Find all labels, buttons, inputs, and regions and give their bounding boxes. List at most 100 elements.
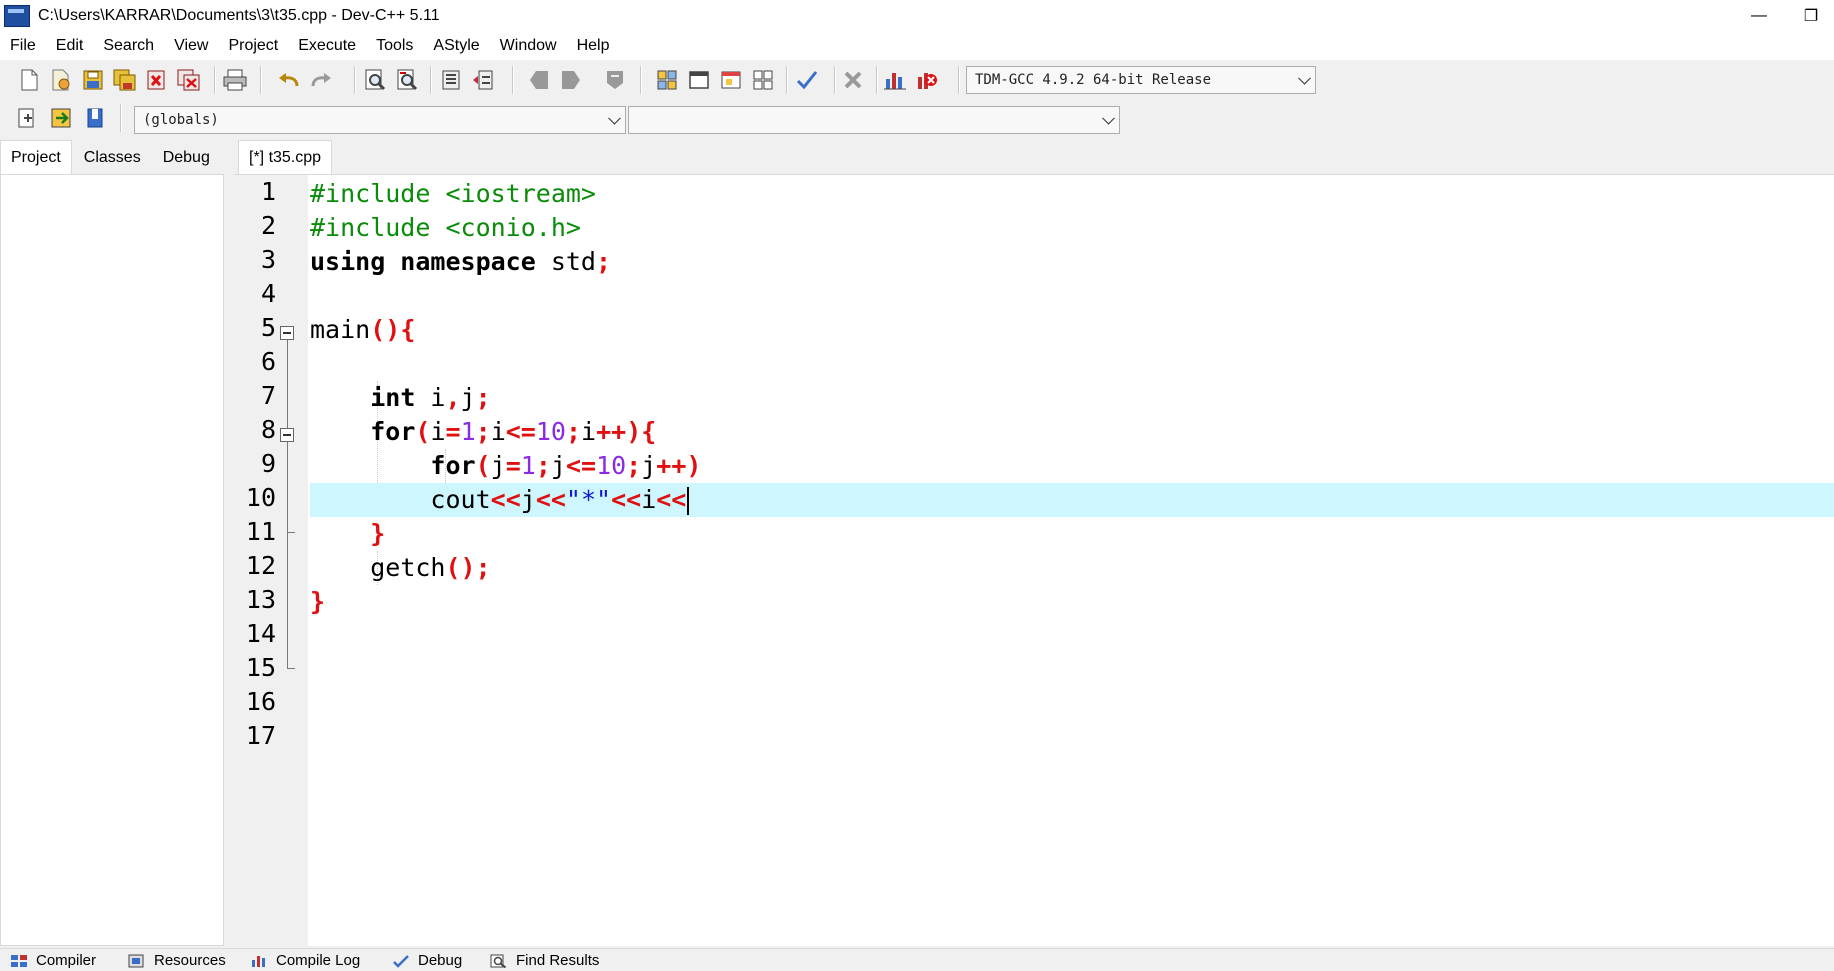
undo-icon[interactable]: [276, 67, 302, 93]
menu-search[interactable]: Search: [93, 37, 164, 55]
toolbar-separator: [958, 66, 959, 94]
chevron-down-icon: [1298, 71, 1311, 85]
line-number: 12: [245, 551, 276, 580]
tab-project[interactable]: Project: [0, 140, 72, 174]
line-number-gutter: 1 2 3 4 5 6 7 8 9 10 11 12 13 14 15 16 1…: [234, 175, 308, 946]
compiler-grid-icon: [11, 954, 27, 967]
class-browser-toolbar: (globals): [0, 98, 1834, 140]
fold-toggle-icon[interactable]: [280, 428, 294, 442]
menu-window[interactable]: Window: [490, 37, 567, 55]
bottom-panel-tabs: Compiler Resources Compile Log Debug Fin…: [0, 948, 1834, 971]
menu-tools[interactable]: Tools: [366, 37, 423, 55]
tab-find-results[interactable]: Find Results: [490, 952, 599, 969]
code-editor[interactable]: 1 2 3 4 5 6 7 8 9 10 11 12 13 14 15 16 1…: [234, 174, 1834, 946]
toggle-comment-icon[interactable]: [602, 67, 628, 93]
line-number: 16: [245, 687, 276, 716]
tab-debug-output[interactable]: Debug: [392, 952, 462, 969]
code-line-3: using namespace std;: [310, 247, 612, 276]
member-select[interactable]: [628, 106, 1120, 134]
tab-classes[interactable]: Classes: [74, 142, 151, 174]
tab-find-results-label: Find Results: [516, 952, 600, 969]
arrange-windows-icon[interactable]: [750, 67, 776, 93]
title-bar: C:\Users\KARRAR\Documents\3\t35.cpp - De…: [0, 0, 1834, 32]
line-number: 2: [260, 211, 276, 240]
unindent-icon[interactable]: [470, 67, 496, 93]
menu-astyle[interactable]: AStyle: [423, 37, 489, 55]
profile-chart-icon[interactable]: [882, 67, 908, 93]
toolbar-separator: [214, 66, 215, 94]
toolbar-separator: [786, 66, 787, 94]
insert-code-icon[interactable]: [14, 105, 40, 131]
fold-end-marker: [287, 532, 295, 533]
code-line-8: for(i=1;i<=10;i++){: [370, 417, 657, 446]
tab-debug[interactable]: Debug: [153, 142, 220, 174]
stop-execution-icon[interactable]: [840, 67, 866, 93]
menu-view[interactable]: View: [164, 37, 218, 55]
full-screen-icon[interactable]: [686, 67, 712, 93]
save-all-icon[interactable]: [112, 67, 138, 93]
new-file-icon[interactable]: [16, 67, 42, 93]
toggle-bookmark-icon[interactable]: [558, 67, 584, 93]
toolbar-separator: [430, 66, 431, 94]
devcpp-app-icon: [4, 5, 30, 27]
menu-edit[interactable]: Edit: [46, 37, 94, 55]
menu-file[interactable]: File: [0, 37, 46, 55]
redo-icon[interactable]: [308, 67, 334, 93]
menu-project[interactable]: Project: [218, 37, 288, 55]
goto-line-icon[interactable]: [48, 105, 74, 131]
compile-check-icon[interactable]: [794, 67, 820, 93]
toolbar-separator: [260, 66, 261, 94]
replace-icon[interactable]: [394, 67, 420, 93]
tab-compile-log[interactable]: Compile Log: [250, 952, 360, 969]
print-icon[interactable]: [222, 67, 248, 93]
line-number: 14: [245, 619, 276, 648]
toolbar-separator: [876, 66, 877, 94]
toolbar-separator: [120, 104, 121, 132]
line-number: 4: [260, 279, 276, 308]
toolbar-separator: [512, 66, 513, 94]
window-title: C:\Users\KARRAR\Documents\3\t35.cpp - De…: [38, 7, 440, 24]
minimize-button[interactable]: —: [1736, 0, 1782, 32]
tab-compiler[interactable]: Compiler: [10, 952, 96, 969]
menu-help[interactable]: Help: [567, 37, 620, 55]
text-caret: [687, 487, 690, 515]
fold-toggle-icon[interactable]: [280, 326, 294, 340]
editor-tabs: [*] t35.cpp: [234, 140, 1834, 174]
compiler-select[interactable]: TDM-GCC 4.9.2 64-bit Release: [966, 66, 1316, 94]
compile-log-chart-icon: [252, 955, 265, 967]
indent-icon[interactable]: [438, 67, 464, 93]
line-number: 5: [260, 313, 276, 342]
open-file-icon[interactable]: [48, 67, 74, 93]
tab-t35-cpp[interactable]: [*] t35.cpp: [238, 140, 333, 174]
project-tree[interactable]: [0, 174, 224, 946]
fold-line: [287, 442, 288, 668]
line-number: 8: [260, 415, 276, 444]
new-window-icon[interactable]: [718, 67, 744, 93]
line-number: 11: [245, 517, 276, 546]
code-line-1: #include <iostream>: [310, 179, 596, 208]
resources-icon: [128, 954, 144, 967]
save-icon[interactable]: [80, 67, 106, 93]
scope-select[interactable]: (globals): [134, 106, 626, 134]
tab-compile-log-label: Compile Log: [276, 952, 361, 969]
menu-execute[interactable]: Execute: [288, 37, 366, 55]
toolbar-separator: [834, 66, 835, 94]
goto-bookmark-icon[interactable]: [526, 67, 552, 93]
code-line-13: }: [310, 587, 326, 616]
code-line-2: #include <conio.h>: [310, 213, 581, 242]
bookmark-icon[interactable]: [82, 105, 108, 131]
line-number: 1: [260, 177, 276, 206]
delete-profile-icon[interactable]: [914, 67, 940, 93]
find-icon[interactable]: [362, 67, 388, 93]
chevron-down-icon: [608, 111, 621, 125]
close-file-icon[interactable]: [144, 67, 170, 93]
restore-button[interactable]: ❐: [1788, 0, 1834, 32]
tile-windows-icon[interactable]: [654, 67, 680, 93]
line-number: 7: [260, 381, 276, 410]
close-all-icon[interactable]: [176, 67, 202, 93]
tab-resources[interactable]: Resources: [128, 952, 226, 969]
tab-compiler-label: Compiler: [36, 952, 97, 969]
line-number: 15: [245, 653, 276, 682]
